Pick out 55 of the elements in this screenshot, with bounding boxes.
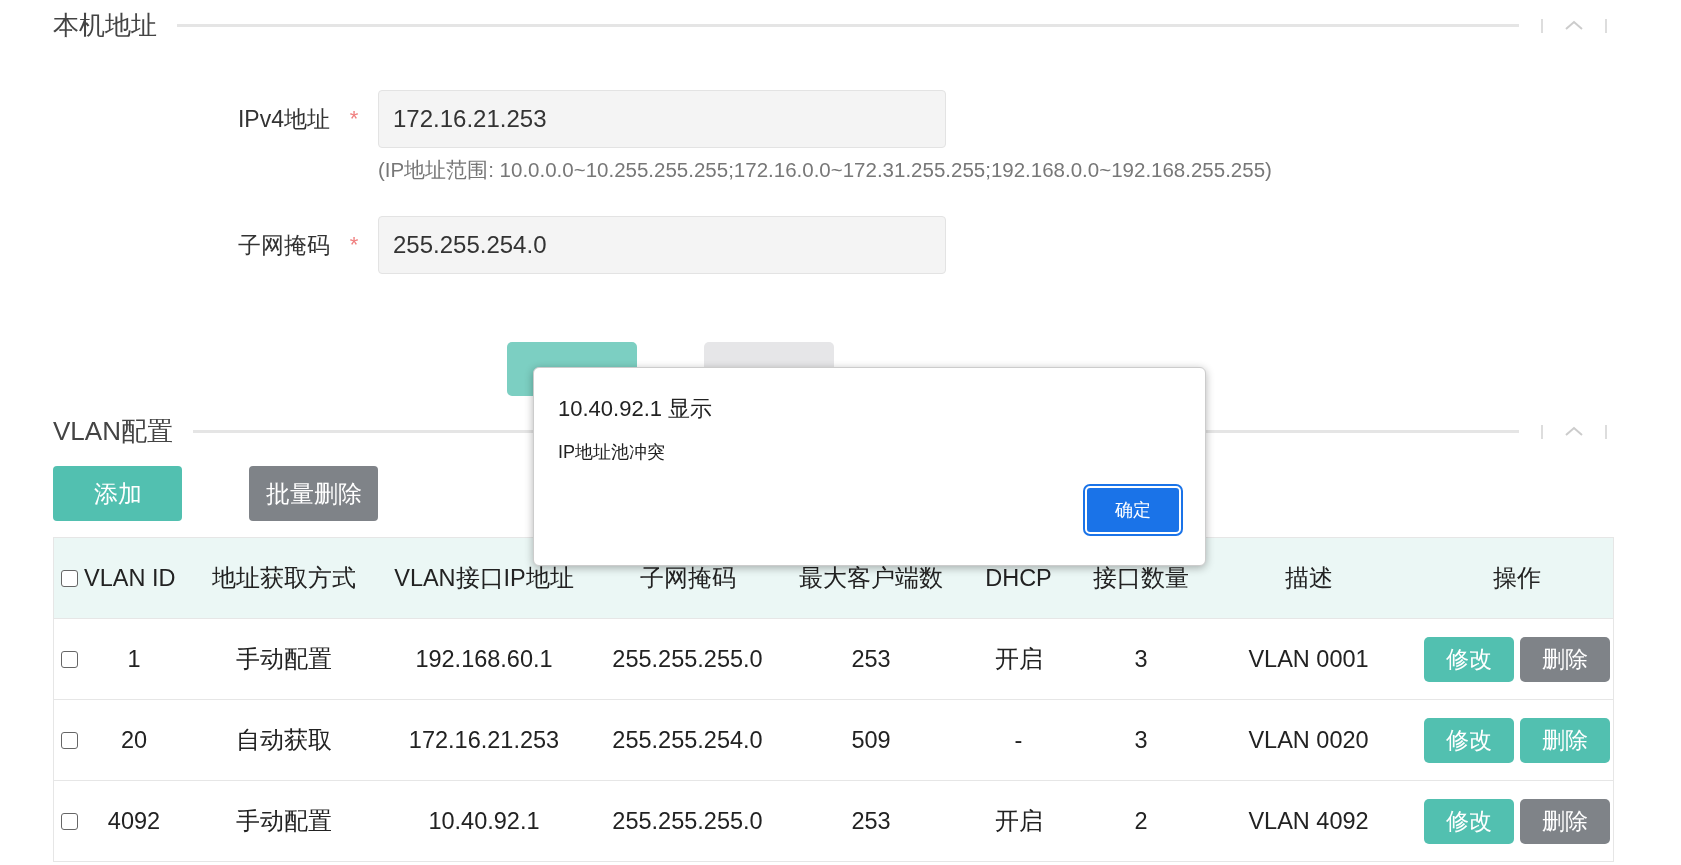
edit-button[interactable]: 修改 bbox=[1424, 798, 1514, 844]
column-header: VLAN ID bbox=[84, 564, 176, 591]
table-cell: 1 bbox=[127, 645, 141, 672]
edit-button[interactable]: 修改 bbox=[1424, 717, 1514, 763]
required-mark: * bbox=[348, 232, 360, 258]
column-header: 地址获取方式 bbox=[212, 565, 356, 591]
table-cell: 10.40.92.1 bbox=[428, 807, 540, 834]
input-field[interactable]: 255.255.254.0 bbox=[378, 216, 946, 274]
table-cell: 192.168.60.1 bbox=[415, 645, 553, 672]
column-header: 子网掩码 bbox=[639, 565, 736, 591]
table-cell: 20 bbox=[120, 726, 148, 753]
table-cell: 手动配置 bbox=[236, 808, 332, 834]
table-cell: 2 bbox=[1134, 807, 1148, 834]
table-cell: 手动配置 bbox=[236, 646, 332, 672]
column-header: 描述 bbox=[1284, 565, 1333, 591]
add-button[interactable]: 添加 bbox=[53, 466, 182, 521]
field-label: 子网掩码 bbox=[237, 230, 330, 260]
column-header: 操作 bbox=[1493, 565, 1541, 591]
delete-button[interactable]: 删除 bbox=[1520, 717, 1610, 763]
dialog-title: 10.40.92.1 显示 bbox=[558, 395, 714, 423]
required-mark: * bbox=[348, 106, 360, 132]
table-cell: 255.255.255.0 bbox=[612, 807, 763, 834]
table-cell: 开启 bbox=[994, 808, 1043, 834]
column-header: 最大客户端数 bbox=[799, 565, 943, 591]
column-header: VLAN接口IP地址 bbox=[394, 565, 574, 591]
row-checkbox[interactable] bbox=[60, 650, 78, 668]
table-cell: VLAN 4092 bbox=[1248, 807, 1369, 834]
column-header: 接口数量 bbox=[1093, 565, 1189, 591]
table-cell: 253 bbox=[851, 807, 891, 834]
dialog-message: IP地址池冲突 bbox=[558, 441, 666, 464]
field-label: IPv4地址 bbox=[236, 104, 330, 134]
table-cell: VLAN 0020 bbox=[1248, 726, 1369, 753]
row-checkbox[interactable] bbox=[60, 731, 78, 749]
row-checkbox[interactable] bbox=[60, 812, 78, 830]
section-title: 本机地址 bbox=[53, 8, 157, 42]
section-title: VLAN配置 bbox=[53, 414, 173, 448]
table-cell: 4092 bbox=[107, 807, 161, 834]
table-cell: 255.255.255.0 bbox=[612, 645, 763, 672]
table-cell: 3 bbox=[1134, 645, 1148, 672]
table-cell: 开启 bbox=[994, 646, 1043, 672]
table-cell: 253 bbox=[851, 645, 891, 672]
column-header: DHCP bbox=[985, 564, 1052, 591]
batch-delete-button[interactable]: 批量删除 bbox=[249, 466, 378, 521]
input-field[interactable]: 172.16.21.253 bbox=[378, 90, 946, 148]
table-cell: - bbox=[1014, 726, 1023, 753]
edit-button[interactable]: 修改 bbox=[1424, 636, 1514, 682]
table-cell: 509 bbox=[851, 726, 891, 753]
table-cell: 255.255.254.0 bbox=[612, 726, 763, 753]
select-all-checkbox[interactable] bbox=[60, 569, 78, 587]
table-cell: 自动获取 bbox=[236, 727, 332, 753]
table-cell: 3 bbox=[1134, 726, 1148, 753]
hint-text: (IP地址范围: 10.0.0.0~10.255.255.255;172.16.0.0~172.31.255.255;192.168.0.0~192.168.255.255) bbox=[378, 157, 1273, 183]
dialog-ok-button[interactable]: 确定 bbox=[1085, 486, 1181, 534]
table-cell: VLAN 0001 bbox=[1248, 645, 1369, 672]
table-cell: 172.16.21.253 bbox=[408, 726, 560, 753]
